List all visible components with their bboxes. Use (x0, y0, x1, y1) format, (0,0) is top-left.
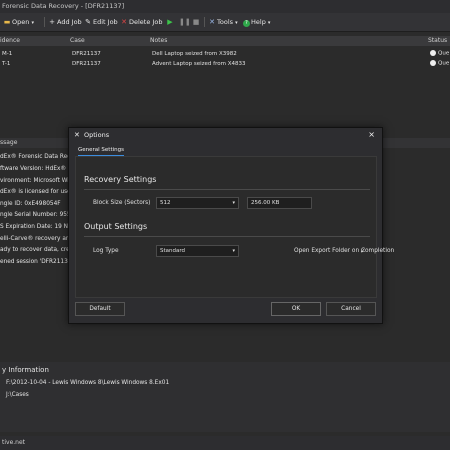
plus-icon: + (49, 18, 55, 26)
tools-icon: ✕ (209, 18, 215, 26)
help-menu-button[interactable]: ? Help ▾ (243, 13, 270, 31)
chevron-down-icon: ▾ (232, 248, 235, 254)
divider (84, 236, 370, 237)
recovery-settings-header: Recovery Settings (84, 175, 157, 184)
delete-job-button[interactable]: ✕ Delete Job (120, 13, 162, 31)
chevron-down-icon: ▾ (232, 200, 235, 206)
tools-icon: ✕ (74, 131, 80, 139)
start-button[interactable]: ▶ (166, 13, 175, 31)
row-notes: Advent Laptop seized from X4833 (152, 61, 246, 67)
list-item: elli-Carve® recovery and v (0, 236, 79, 242)
stop-icon: ■ (192, 18, 200, 26)
summary-panel: y Information F:\2012-10-04 - Lewis Wind… (0, 362, 450, 432)
jobs-table: idence Case Notes Status M-1 DFR21137 De… (0, 36, 450, 136)
column-header-case[interactable]: Case (70, 36, 151, 46)
block-size-label: Block Size (Sectors) (93, 200, 151, 206)
row-case: DFR21137 (72, 51, 101, 57)
dialog-title-bar: ✕ Options × (69, 128, 382, 142)
list-item: ngle Serial Number: 95521 (0, 212, 79, 218)
log-type-label: Log Type (93, 248, 119, 254)
block-size-select[interactable]: 512 ▾ (156, 197, 239, 209)
list-item: S Expiration Date: 19 Nove (0, 224, 79, 230)
help-icon: ? (243, 20, 250, 27)
divider (84, 189, 370, 190)
list-item: ngle ID: 0xE498054F (0, 201, 61, 207)
column-header-status[interactable]: Status (428, 36, 450, 46)
add-job-button[interactable]: + Add Job (48, 13, 82, 31)
block-size-kb-field: 256.00 KB (247, 197, 312, 209)
open-button[interactable]: ▬ Open ▾ (3, 13, 34, 31)
close-icon[interactable]: × (368, 128, 375, 142)
row-case: DFR21137 (72, 61, 101, 67)
summary-header: y Information (2, 366, 49, 374)
toolbar-separator (44, 17, 45, 27)
status-icon (430, 60, 436, 66)
chevron-down-icon: ▾ (267, 20, 271, 26)
toolbar-separator (204, 17, 205, 27)
column-header-evidence[interactable]: idence (0, 36, 71, 46)
edit-job-button[interactable]: ✎ Edit Job (84, 13, 118, 31)
list-item: ftware Version: HdEx® v.5 (0, 166, 77, 172)
evidence-path: F:\2012-10-04 - Lewis Windows 8\Lewis Wi… (6, 380, 170, 386)
row-evidence: T-1 (2, 61, 11, 67)
log-type-select[interactable]: Standard ▾ (156, 245, 239, 257)
case-path: J:\Cases (6, 392, 29, 398)
pause-icon: ❚❚ (179, 18, 191, 26)
row-notes: Dell Laptop seized from X3982 (152, 51, 237, 57)
row-status: Que (430, 60, 449, 67)
delete-icon: ✕ (121, 18, 127, 26)
list-item: ened session 'DFR21137' (0, 259, 74, 265)
default-button[interactable]: Default (75, 302, 125, 316)
tools-menu-button[interactable]: ✕ Tools ▾ (208, 13, 238, 31)
status-icon (430, 50, 436, 56)
pause-button[interactable]: ❚❚ (179, 13, 191, 31)
column-header-notes[interactable]: Notes (150, 36, 429, 46)
folder-icon: ▬ (3, 18, 11, 26)
dialog-tab-bar: General Settings (69, 142, 382, 156)
status-text: tive.net (2, 439, 26, 446)
ok-button[interactable]: OK (271, 302, 321, 316)
tab-general-settings[interactable]: General Settings (78, 147, 124, 156)
list-item: ady to recover data, creat (0, 247, 76, 253)
options-dialog: ✕ Options × General Settings Recovery Se… (68, 127, 394, 324)
row-status: Que (430, 50, 449, 57)
row-evidence: M-1 (2, 51, 13, 57)
cancel-button[interactable]: Cancel (326, 302, 376, 316)
main-toolbar: ▬ Open ▾ + Add Job ✎ Edit Job ✕ Delete Job ▶… (0, 13, 450, 32)
open-export-folder-checkbox[interactable]: ✓ (360, 247, 366, 255)
output-settings-header: Output Settings (84, 222, 148, 231)
dialog-title: Options (84, 131, 110, 139)
stop-button[interactable]: ■ (192, 13, 201, 31)
window-title: Forensic Data Recovery - [DFR21137] (2, 2, 125, 10)
chevron-down-icon: ▾ (31, 20, 34, 26)
dialog-content: Recovery Settings Block Size (Sectors) 5… (75, 156, 394, 298)
pencil-icon: ✎ (85, 18, 91, 26)
play-icon: ▶ (167, 18, 173, 26)
open-export-folder-label: Open Export Folder on Completion (294, 248, 395, 254)
status-bar: tive.net (0, 436, 450, 450)
chevron-down-icon: ▾ (235, 20, 238, 26)
window-title-bar: Forensic Data Recovery - [DFR21137] (0, 0, 450, 13)
